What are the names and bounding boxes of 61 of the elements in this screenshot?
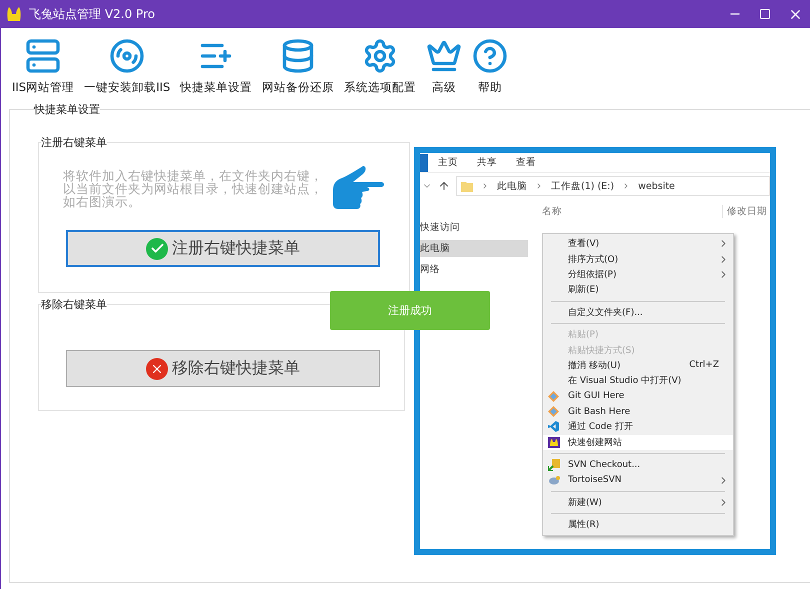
toolbar-button[interactable]: 高级 bbox=[423, 38, 466, 102]
menu-item[interactable]: 查看(V) bbox=[543, 236, 733, 252]
ribbon-tab[interactable]: 查看 bbox=[516, 156, 555, 169]
menu-item[interactable]: 分组依据(P) bbox=[543, 266, 733, 282]
nav-item[interactable]: 网络 bbox=[420, 261, 528, 278]
toolbar-button[interactable]: 网站备份还原 bbox=[259, 38, 338, 102]
check-icon bbox=[146, 238, 168, 260]
toolbar-button[interactable]: 快捷菜单设置 bbox=[177, 38, 256, 102]
rabbit-app-icon bbox=[548, 436, 560, 448]
menu-item[interactable]: SVN Checkout... bbox=[543, 457, 733, 472]
diamond-icon bbox=[548, 406, 559, 418]
address-bar[interactable]: 此电脑 工作盘(1) (E:) website bbox=[456, 176, 770, 196]
help-icon bbox=[472, 38, 508, 74]
ribbon-tab[interactable]: 共享 bbox=[477, 156, 516, 169]
menu-item[interactable]: 撤消 移动(U) Ctrl+Z bbox=[543, 358, 733, 374]
menu-item[interactable]: Git GUI Here bbox=[543, 388, 733, 404]
column-header[interactable]: 名称 bbox=[528, 205, 722, 218]
turtle-icon bbox=[548, 474, 560, 486]
menu-item[interactable]: TortoiseSVN bbox=[543, 472, 733, 488]
pointing-hand-icon bbox=[333, 166, 385, 210]
rabbit-logo-icon bbox=[5, 6, 23, 22]
success-toast: 注册成功 bbox=[330, 291, 490, 330]
group-title: 移除右键菜单 bbox=[41, 297, 107, 312]
menu-item[interactable]: 在 Visual Studio 中打开(V) bbox=[543, 373, 733, 389]
window-title: 飞兔站点管理 V2.0 Pro bbox=[29, 6, 156, 22]
disc-icon bbox=[109, 38, 146, 74]
menu-item[interactable]: 自定义文件夹(F)... bbox=[543, 304, 733, 320]
breadcrumb-item[interactable]: 此电脑 bbox=[497, 180, 527, 192]
up-arrow-icon[interactable] bbox=[438, 180, 450, 192]
toolbar-button[interactable]: 帮助 bbox=[469, 38, 512, 102]
folder-icon bbox=[461, 180, 473, 192]
menu-item[interactable]: Git Bash Here bbox=[543, 404, 733, 420]
diamond-icon bbox=[548, 390, 559, 402]
section-title: 快捷菜单设置 bbox=[34, 102, 100, 117]
chevron-icon bbox=[535, 182, 543, 190]
menu-item[interactable]: 排序方式(O) bbox=[543, 251, 733, 267]
menu-item[interactable]: 新建(W) bbox=[543, 494, 733, 510]
menu-item[interactable]: 快速创建网站 bbox=[543, 434, 733, 450]
nav-item[interactable]: 快速访问 bbox=[420, 219, 528, 236]
breadcrumb-item[interactable]: website bbox=[638, 180, 675, 192]
column-header[interactable]: 修改日期 bbox=[722, 205, 767, 218]
crown-icon bbox=[426, 38, 462, 74]
maximize-icon bbox=[759, 8, 771, 20]
server-icon bbox=[25, 38, 62, 74]
group-title: 注册右键菜单 bbox=[41, 135, 107, 150]
chevron-icon bbox=[481, 182, 489, 190]
menu-item[interactable]: 刷新(E) bbox=[543, 282, 733, 298]
nav-item[interactable]: 此电脑 bbox=[420, 240, 528, 257]
remove-button[interactable]: 移除右键快捷菜单 bbox=[66, 350, 380, 387]
ribbon-tab[interactable]: 主页 bbox=[438, 156, 477, 169]
toolbar-button[interactable]: 系统选项配置 bbox=[341, 38, 420, 102]
toolbar-button[interactable]: 一键安装卸载IIS bbox=[81, 38, 174, 102]
menu-item[interactable]: 通过 Code 打开 bbox=[543, 419, 733, 435]
breadcrumb-item[interactable]: 工作盘(1) (E:) bbox=[551, 180, 614, 192]
code-editor-icon bbox=[548, 421, 559, 432]
menu-item[interactable]: 属性(R) bbox=[543, 517, 733, 533]
checkout-icon bbox=[548, 458, 560, 471]
cross-icon bbox=[146, 358, 168, 380]
toolbar-button[interactable]: IIS网站管理 bbox=[9, 38, 78, 102]
description-text: 将软件加入右键快捷菜单，在文件夹内右键，以当前文件夹为网站根目录，快速创建站点，如右图演示。 bbox=[63, 168, 324, 208]
register-button[interactable]: 注册右键快捷菜单 bbox=[66, 230, 380, 267]
